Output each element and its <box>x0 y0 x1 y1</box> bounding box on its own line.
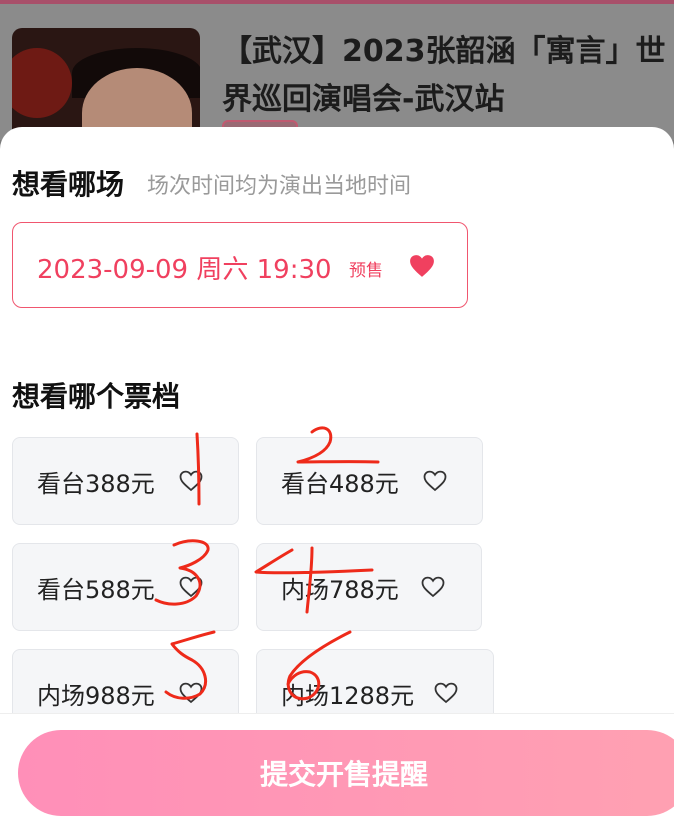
session-section-title: 想看哪场 <box>12 168 125 201</box>
heart-outline-icon[interactable] <box>434 682 458 704</box>
heart-outline-icon[interactable] <box>179 576 203 598</box>
tier-label: 内场788元 <box>281 576 399 604</box>
heart-filled-icon[interactable] <box>409 254 435 278</box>
heart-outline-icon[interactable] <box>179 682 203 704</box>
screen: 【武汉】2023张韶涵「寓言」世界巡回演唱会-武汉站 想看哪场 场次时间均为演出… <box>0 0 674 816</box>
event-header: 【武汉】2023张韶涵「寓言」世界巡回演唱会-武汉站 <box>0 0 674 144</box>
heart-outline-icon[interactable] <box>423 470 447 492</box>
tier-option-3[interactable]: 看台588元 <box>12 543 239 631</box>
event-poster <box>12 28 200 140</box>
event-title: 【武汉】2023张韶涵「寓言」世界巡回演唱会-武汉站 <box>222 34 666 117</box>
tier-label: 内场1288元 <box>281 682 415 710</box>
poster-flower <box>12 48 72 118</box>
submit-reminder-button[interactable]: 提交开售提醒 <box>18 730 674 816</box>
heart-outline-icon[interactable] <box>421 576 445 598</box>
tier-option-1[interactable]: 看台388元 <box>12 437 239 525</box>
presale-badge: 预售 <box>349 261 383 281</box>
bottom-action-bar: 提交开售提醒 <box>0 713 674 816</box>
tier-label: 看台488元 <box>281 470 399 498</box>
tier-label: 看台388元 <box>37 470 155 498</box>
header-topline <box>0 0 674 4</box>
tier-option-2[interactable]: 看台488元 <box>256 437 483 525</box>
session-option[interactable]: 2023-09-09 周六 19:30 预售 <box>12 222 468 308</box>
session-datetime: 2023-09-09 周六 19:30 <box>37 255 332 285</box>
tier-label: 内场988元 <box>37 682 155 710</box>
tier-label: 看台588元 <box>37 576 155 604</box>
heart-outline-icon[interactable] <box>179 470 203 492</box>
session-section-subtitle: 场次时间均为演出当地时间 <box>147 174 412 199</box>
tier-option-4[interactable]: 内场788元 <box>256 543 482 631</box>
tier-section-title: 想看哪个票档 <box>12 380 181 413</box>
